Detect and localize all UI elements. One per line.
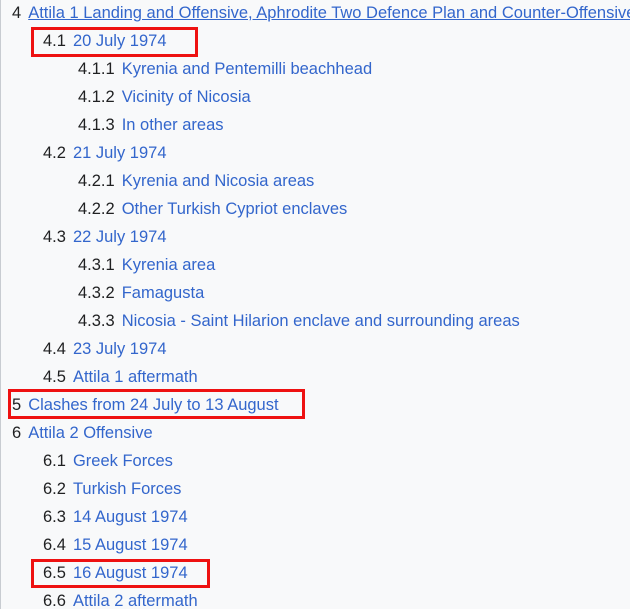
toc-item-number: 6.6	[43, 592, 66, 609]
toc-item-number: 4.1.3	[78, 116, 115, 134]
toc-item-number: 6.1	[43, 452, 66, 470]
toc-item-number: 4.5	[43, 368, 66, 386]
toc-item-4-1-1[interactable]: 4.1.1 Kyrenia and Pentemilli beachhead	[78, 60, 372, 79]
toc-item-number: 4.2.1	[78, 172, 115, 190]
toc-item-6-1[interactable]: 6.1 Greek Forces	[43, 452, 173, 471]
toc-item-4-3[interactable]: 4.3 22 July 1974	[43, 228, 167, 247]
toc-item-link[interactable]: Famagusta	[122, 284, 205, 302]
toc-item-4-3-2[interactable]: 4.3.2 Famagusta	[78, 284, 204, 303]
toc-item-number: 4.3	[43, 228, 66, 246]
toc-item-4-1-2[interactable]: 4.1.2 Vicinity of Nicosia	[78, 88, 251, 107]
toc-item-link[interactable]: Other Turkish Cypriot enclaves	[122, 200, 348, 218]
toc-item-link[interactable]: 22 July 1974	[73, 228, 167, 246]
toc-item-link[interactable]: Kyrenia area	[122, 256, 216, 274]
toc-item-number: 4	[12, 4, 22, 22]
toc-item-link[interactable]: Kyrenia and Nicosia areas	[122, 172, 315, 190]
toc-item-number: 4.1.2	[78, 88, 115, 106]
toc-item-link[interactable]: 15 August 1974	[73, 536, 188, 554]
toc-item-4-2-1[interactable]: 4.2.1 Kyrenia and Nicosia areas	[78, 172, 314, 191]
toc-item-6-2[interactable]: 6.2 Turkish Forces	[43, 480, 181, 499]
toc-item-link[interactable]: Greek Forces	[73, 452, 173, 470]
toc-item-6-6[interactable]: 6.6 Attila 2 aftermath	[43, 592, 198, 609]
toc-item-6-3[interactable]: 6.3 14 August 1974	[43, 508, 188, 527]
toc-item-4-4[interactable]: 4.4 23 July 1974	[43, 340, 167, 359]
toc-item-6-4[interactable]: 6.4 15 August 1974	[43, 536, 188, 555]
toc-item-link[interactable]: Attila 1 Landing and Offensive, Aphrodit…	[28, 4, 630, 22]
toc-item-link[interactable]: In other areas	[122, 116, 224, 134]
toc-item-4-3-3[interactable]: 4.3.3 Nicosia - Saint Hilarion enclave an…	[78, 312, 520, 331]
toc-item-4-1[interactable]: 4.1 20 July 1974	[43, 32, 167, 51]
toc-item-link[interactable]: Vicinity of Nicosia	[122, 88, 251, 106]
toc-item-link[interactable]: Nicosia - Saint Hilarion enclave and sur…	[122, 312, 520, 330]
toc-item-number: 6.4	[43, 536, 66, 554]
toc-item-link[interactable]: 16 August 1974	[73, 564, 188, 582]
toc-item-4[interactable]: 4 Attila 1 Landing and Offensive, Aphrodi…	[12, 4, 630, 23]
toc-item-link[interactable]: Clashes from 24 July to 13 August	[28, 396, 278, 414]
toc-item-number: 4.2.2	[78, 200, 115, 218]
toc-item-4-2-2[interactable]: 4.2.2 Other Turkish Cypriot enclaves	[78, 200, 347, 219]
toc-item-6-5[interactable]: 6.5 16 August 1974	[43, 564, 188, 583]
toc-item-5[interactable]: 5 Clashes from 24 July to 13 August	[12, 396, 279, 415]
toc-item-link[interactable]: Attila 2 Offensive	[28, 424, 152, 442]
toc-item-link[interactable]: Attila 1 aftermath	[73, 368, 198, 386]
toc-item-number: 4.3.2	[78, 284, 115, 302]
toc-item-number: 4.3.1	[78, 256, 115, 274]
toc-item-number: 4.4	[43, 340, 66, 358]
toc-item-link[interactable]: Turkish Forces	[73, 480, 182, 498]
table-of-contents: 4 Attila 1 Landing and Offensive, Aphrodi…	[0, 0, 630, 609]
toc-item-number: 4.1	[43, 32, 66, 50]
toc-item-number: 4.3.3	[78, 312, 115, 330]
toc-item-4-1-3[interactable]: 4.1.3 In other areas	[78, 116, 224, 135]
toc-item-number: 6	[12, 424, 22, 442]
toc-item-number: 6.2	[43, 480, 66, 498]
toc-item-link[interactable]: Attila 2 aftermath	[73, 592, 198, 609]
toc-item-number: 5	[12, 396, 22, 414]
toc-item-link[interactable]: 21 July 1974	[73, 144, 167, 162]
toc-item-4-2[interactable]: 4.2 21 July 1974	[43, 144, 167, 163]
toc-item-link[interactable]: 14 August 1974	[73, 508, 188, 526]
toc-item-number: 4.2	[43, 144, 66, 162]
toc-item-number: 4.1.1	[78, 60, 115, 78]
toc-item-4-5[interactable]: 4.5 Attila 1 aftermath	[43, 368, 198, 387]
toc-item-link[interactable]: 20 July 1974	[73, 32, 167, 50]
toc-item-link[interactable]: Kyrenia and Pentemilli beachhead	[122, 60, 372, 78]
toc-item-number: 6.5	[43, 564, 66, 582]
toc-item-number: 6.3	[43, 508, 66, 526]
toc-item-6[interactable]: 6 Attila 2 Offensive	[12, 424, 153, 443]
toc-item-4-3-1[interactable]: 4.3.1 Kyrenia area	[78, 256, 215, 275]
toc-item-link[interactable]: 23 July 1974	[73, 340, 167, 358]
